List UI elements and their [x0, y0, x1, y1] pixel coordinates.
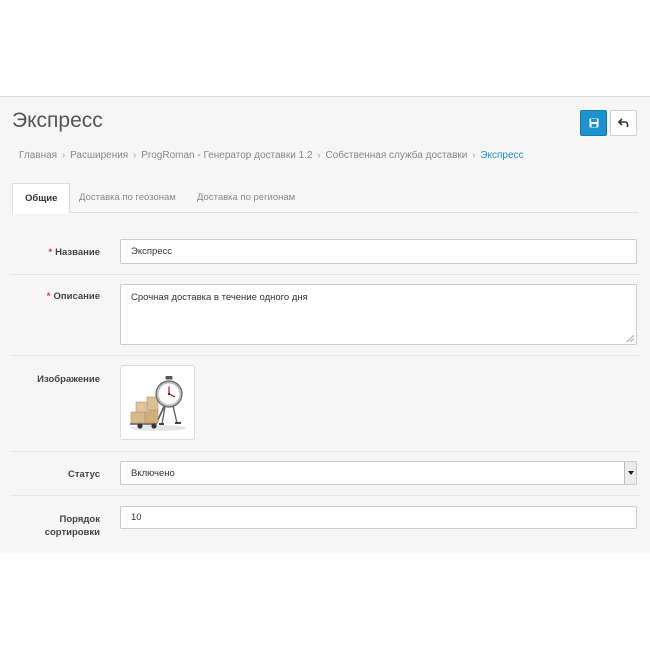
row-divider [10, 274, 640, 275]
breadcrumb-module[interactable]: ProgRoman - Генератор доставки 1.2 [141, 150, 312, 161]
chevron-down-icon [627, 471, 634, 475]
name-label: * Название [48, 247, 100, 258]
breadcrumb-current[interactable]: Экспресс [480, 150, 523, 161]
back-button[interactable] [610, 110, 637, 136]
row-divider [10, 495, 640, 496]
tab-geozones[interactable]: Доставка по геозонам [67, 183, 188, 213]
breadcrumb-extensions[interactable]: Расширения [70, 150, 128, 161]
status-selected-value: Включено [131, 467, 175, 479]
tab-general[interactable]: Общие [12, 183, 71, 214]
breadcrumb-separator: › [133, 150, 137, 160]
image-thumbnail[interactable] [120, 365, 195, 440]
status-select[interactable]: Включено [120, 461, 637, 485]
sort-order-label: Порядок сортировки [44, 514, 100, 538]
description-textarea[interactable]: Срочная доставка в течение одного дня [120, 284, 637, 345]
select-arrow[interactable] [624, 462, 636, 484]
delivery-stopwatch-image [129, 375, 186, 431]
image-label: Изображение [37, 374, 100, 385]
tab-bar: Общие Доставка по геозонам Доставка по р… [12, 183, 638, 214]
back-arrow-icon [618, 118, 629, 127]
row-divider [10, 451, 640, 452]
save-icon [589, 118, 598, 128]
breadcrumb-separator: › [62, 150, 66, 160]
save-button[interactable] [580, 110, 607, 136]
page-title: Экспресс [12, 109, 103, 132]
content-panel: Экспресс Главная › Расширения › ProgRoman - … [0, 96, 650, 553]
breadcrumb-separator: › [317, 150, 321, 160]
description-label: * Описание [46, 291, 100, 302]
row-divider [10, 355, 640, 356]
breadcrumb-separator: › [472, 150, 476, 160]
breadcrumb-home[interactable]: Главная [19, 150, 57, 161]
breadcrumb-shipping-service[interactable]: Собственная служба доставки [326, 150, 468, 161]
description-text: Срочная доставка в течение одного дня [131, 292, 308, 303]
tab-regions[interactable]: Доставка по регионам [185, 183, 307, 213]
required-marker: * [46, 291, 51, 302]
breadcrumb: Главная › Расширения › ProgRoman - Генератор… [19, 150, 524, 161]
required-marker: * [48, 247, 53, 258]
status-label: Статус [67, 469, 100, 480]
name-input[interactable]: Экспресс [120, 239, 637, 264]
resize-handle[interactable] [627, 335, 634, 342]
sort-order-input[interactable]: 10 [120, 506, 637, 529]
